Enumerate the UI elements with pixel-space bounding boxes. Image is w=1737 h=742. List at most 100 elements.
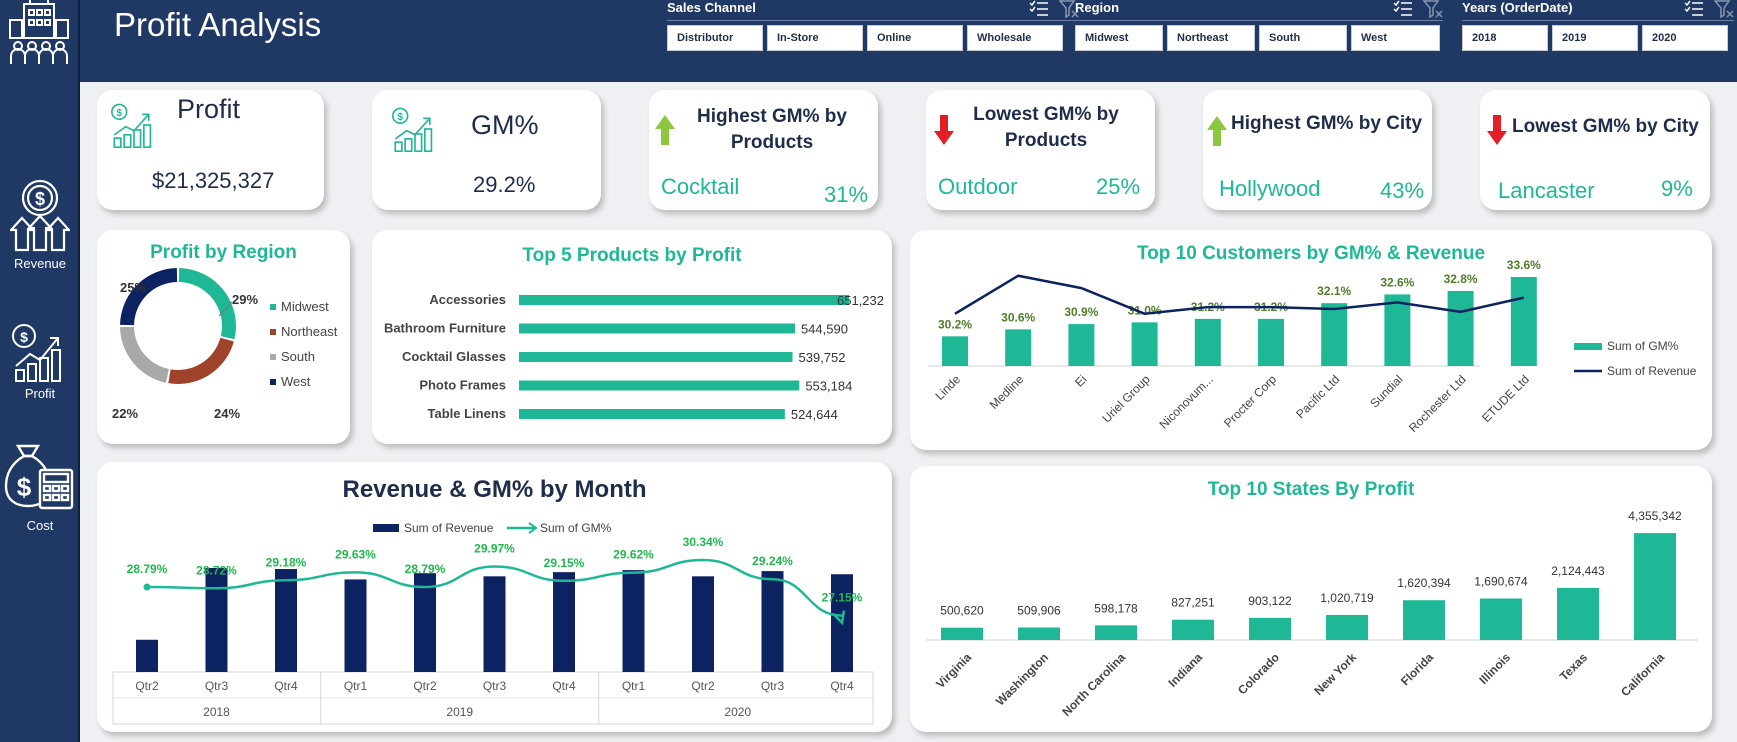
multi-select-icon[interactable] xyxy=(1029,0,1049,18)
legend-label-revenue: Sum of Revenue xyxy=(1607,364,1697,378)
product-bar[interactable] xyxy=(519,323,795,334)
state-bar[interactable] xyxy=(1634,533,1676,640)
monthly-revenue-bar[interactable] xyxy=(275,569,297,672)
customer-gm-bar[interactable] xyxy=(1447,290,1474,366)
monthly-revenue-bar[interactable] xyxy=(553,572,575,672)
state-bar[interactable] xyxy=(941,627,983,640)
product-bar[interactable] xyxy=(519,380,800,391)
monthly-revenue-bar[interactable] xyxy=(136,639,158,672)
states-chart-card: Top 10 States By Profit 500,620 Virginia 5… xyxy=(910,466,1712,732)
state-label: Virginia xyxy=(933,650,974,691)
region-slice-west[interactable] xyxy=(120,268,178,326)
clear-filter-icon[interactable] xyxy=(1714,0,1734,18)
legend-label-midwest: Midwest xyxy=(281,299,329,314)
monthly-revenue-bar[interactable] xyxy=(761,571,784,672)
region-slice-label: 29% xyxy=(232,292,258,307)
customer-gm-label: 30.2% xyxy=(938,317,972,331)
customer-gm-bar[interactable] xyxy=(1005,329,1032,366)
profit-chart-icon: $ xyxy=(391,107,433,152)
customer-gm-bar[interactable] xyxy=(1321,303,1348,366)
customer-gm-bar[interactable] xyxy=(942,336,968,366)
multi-select-icon[interactable] xyxy=(1684,0,1704,18)
customer-revenue-line[interactable] xyxy=(954,274,1525,316)
customer-gm-label: 31.0% xyxy=(1128,303,1162,317)
product-bar[interactable] xyxy=(519,295,849,305)
svg-text:$: $ xyxy=(20,329,28,345)
state-bar[interactable] xyxy=(1326,614,1368,640)
nav-profit[interactable]: $ Profit xyxy=(0,322,80,401)
region-slice-northeast[interactable] xyxy=(168,337,234,384)
arrow-up-icon xyxy=(1207,116,1227,146)
kpi-highest-gm-product-value: 31% xyxy=(824,182,869,207)
slicer-region-option-south[interactable]: South xyxy=(1259,25,1347,51)
nav-profit-label: Profit xyxy=(24,386,56,401)
slicer-channel-option-distributor[interactable]: Distributor xyxy=(667,25,763,51)
customer-label: Pacific Ltd xyxy=(1293,372,1342,421)
monthly-revenue-bar[interactable] xyxy=(692,576,714,672)
year-group-label: 2018 xyxy=(203,705,230,719)
product-bar[interactable] xyxy=(519,352,793,362)
customer-gm-bar[interactable] xyxy=(1131,322,1158,366)
quarter-label: Qtr2 xyxy=(135,679,159,693)
multi-select-icon[interactable] xyxy=(1393,0,1413,18)
slicer-region-option-northeast[interactable]: Northeast xyxy=(1167,25,1255,51)
slicer-region: Region Midwest Northeast South West xyxy=(1075,0,1443,60)
customer-gm-label: 30.6% xyxy=(1001,310,1035,324)
slicer-channel-option-in-store[interactable]: In-Store xyxy=(767,25,863,51)
product-value-label: 544,590 xyxy=(801,322,848,337)
state-value-label: 1,620,394 xyxy=(1397,576,1451,590)
customer-gm-bar[interactable] xyxy=(1384,294,1411,366)
monthly-gm-label: 28.72% xyxy=(196,563,237,577)
slicer-sales-channel-title: Sales Channel xyxy=(667,0,756,15)
customer-label: Medline xyxy=(987,372,1027,412)
monthly-revenue-bar[interactable] xyxy=(344,579,367,672)
state-bar[interactable] xyxy=(1557,587,1599,640)
product-bar[interactable] xyxy=(519,409,785,419)
products-chart-card: Top 5 Products by Profit Accessories 651,… xyxy=(372,230,892,444)
state-bar[interactable] xyxy=(1172,619,1214,640)
state-bar[interactable] xyxy=(1095,625,1137,640)
region-slice-midwest[interactable] xyxy=(178,268,236,340)
slicer-channel-option-online[interactable]: Online xyxy=(867,25,963,51)
kpi-highest-gm-city-value: 43% xyxy=(1380,178,1425,203)
slicer-years-option-2018[interactable]: 2018 xyxy=(1462,25,1548,51)
nav-revenue[interactable]: $ Revenue xyxy=(0,178,80,271)
customer-label: ETUDE Ltd xyxy=(1479,372,1532,425)
state-bar[interactable] xyxy=(1403,600,1445,640)
state-value-label: 509,906 xyxy=(1017,603,1061,617)
customer-gm-label: 30.9% xyxy=(1064,305,1098,319)
header: Profit Analysis Sales Channel Distributo… xyxy=(80,0,1737,82)
state-label: New York xyxy=(1311,650,1359,698)
customer-gm-bar[interactable] xyxy=(1194,318,1221,366)
region-slice-south[interactable] xyxy=(120,326,169,383)
slicer-years-option-2020[interactable]: 2020 xyxy=(1642,25,1728,51)
profit-chart-icon: $ xyxy=(111,103,152,148)
state-label: Illinois xyxy=(1476,650,1513,687)
state-value-label: 4,355,342 xyxy=(1628,509,1682,523)
kpi-lowest-gm-product-name: Outdoor xyxy=(938,174,1018,199)
slicer-region-option-midwest[interactable]: Midwest xyxy=(1075,25,1163,51)
quarter-label: Qtr4 xyxy=(274,679,298,693)
kpi-lowest-gm-city-value: 9% xyxy=(1661,176,1693,201)
kpi-gm-value: 29.2% xyxy=(473,172,536,197)
slicer-channel-option-wholesale[interactable]: Wholesale xyxy=(967,25,1063,51)
kpi-profit-value: $21,325,327 xyxy=(152,168,275,193)
customer-gm-bar[interactable] xyxy=(1068,324,1095,366)
state-bar[interactable] xyxy=(1480,598,1522,640)
state-value-label: 500,620 xyxy=(940,604,984,618)
arrow-down-icon xyxy=(1487,115,1507,145)
clear-filter-icon[interactable] xyxy=(1423,0,1443,18)
monthly-revenue-bar[interactable] xyxy=(483,576,506,672)
monthly-revenue-bar[interactable] xyxy=(205,568,228,672)
slicer-years-option-2019[interactable]: 2019 xyxy=(1552,25,1638,51)
monthly-revenue-bar[interactable] xyxy=(622,570,645,672)
nav-cost[interactable]: $ Cost xyxy=(0,440,80,533)
slicer-region-option-west[interactable]: West xyxy=(1351,25,1440,51)
product-label: Photo Frames xyxy=(419,378,506,393)
state-bar[interactable] xyxy=(1249,617,1291,640)
customer-gm-bar[interactable] xyxy=(1258,318,1284,366)
customer-gm-bar[interactable] xyxy=(1510,276,1537,366)
svg-text:$: $ xyxy=(17,472,32,502)
kpi-gm-card: $ GM% 29.2% xyxy=(372,90,601,210)
state-bar[interactable] xyxy=(1018,627,1060,640)
